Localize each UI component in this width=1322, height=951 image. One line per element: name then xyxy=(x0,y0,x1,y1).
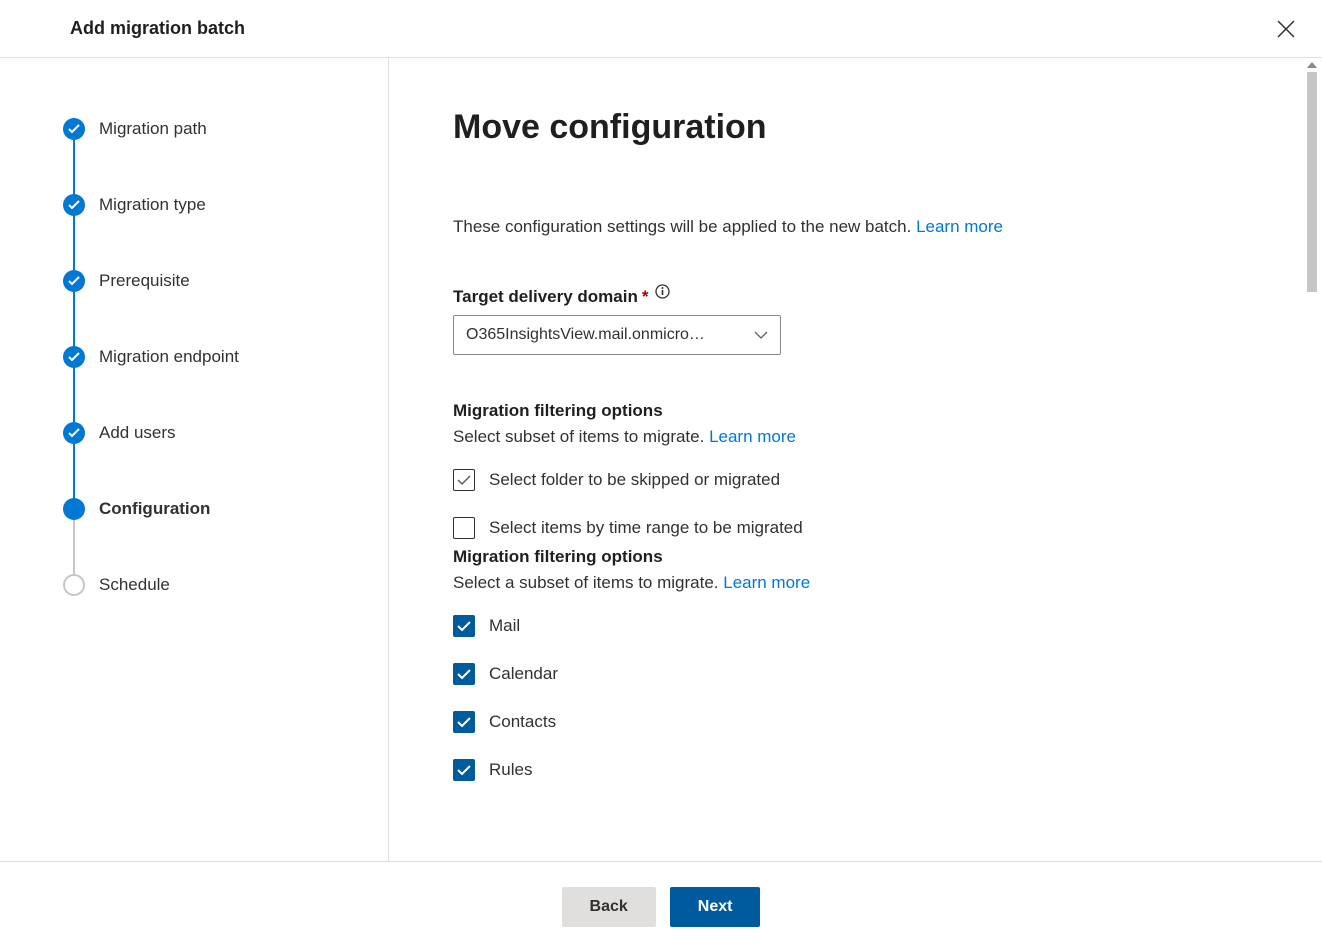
wizard-stepper-sidebar: Migration path Migration type Prerequisi… xyxy=(0,58,389,861)
learn-more-link[interactable]: Learn more xyxy=(709,427,796,446)
step-migration-endpoint[interactable]: Migration endpoint xyxy=(63,346,388,422)
target-domain-label: Target delivery domain * xyxy=(453,287,1258,307)
checkbox-icon[interactable] xyxy=(453,759,475,781)
checkbox-rules[interactable]: Rules xyxy=(453,759,1258,781)
step-label: Add users xyxy=(99,422,176,444)
scrollbar-thumb[interactable] xyxy=(1307,72,1317,292)
step-add-users[interactable]: Add users xyxy=(63,422,388,498)
checkbox-icon[interactable] xyxy=(453,517,475,539)
checkbox-label: Mail xyxy=(489,616,520,636)
main-panel: Move configuration These configuration s… xyxy=(389,58,1322,861)
checkbox-mail[interactable]: Mail xyxy=(453,615,1258,637)
step-migration-path[interactable]: Migration path xyxy=(63,118,388,194)
filter-desc-text: Select subset of items to migrate. xyxy=(453,427,709,446)
step-completed-icon xyxy=(63,270,85,292)
dropdown-value: O365InsightsView.mail.onmicro… xyxy=(466,326,705,344)
wizard-stepper: Migration path Migration type Prerequisi… xyxy=(63,118,388,596)
checkbox-calendar[interactable]: Calendar xyxy=(453,663,1258,685)
step-migration-type[interactable]: Migration type xyxy=(63,194,388,270)
checkbox-label: Rules xyxy=(489,760,532,780)
checkbox-icon[interactable] xyxy=(453,711,475,733)
step-label: Schedule xyxy=(99,574,170,596)
checkbox-label: Calendar xyxy=(489,664,558,684)
checkbox-label: Select folder to be skipped or migrated xyxy=(489,470,780,490)
wizard-footer: Back Next xyxy=(0,861,1322,951)
checkbox-contacts[interactable]: Contacts xyxy=(453,711,1258,733)
filter-desc-text-2: Select a subset of items to migrate. xyxy=(453,573,723,592)
checkbox-icon[interactable] xyxy=(453,469,475,491)
checkbox-folder-skip[interactable]: Select folder to be skipped or migrated xyxy=(453,469,1258,491)
intro-text-body: These configuration settings will be app… xyxy=(453,217,916,236)
field-label-text: Target delivery domain xyxy=(453,287,638,307)
learn-more-link[interactable]: Learn more xyxy=(916,217,1003,236)
target-domain-dropdown[interactable]: O365InsightsView.mail.onmicro… xyxy=(453,315,781,355)
step-prerequisite[interactable]: Prerequisite xyxy=(63,270,388,346)
step-label: Migration type xyxy=(99,194,206,216)
page-heading: Move configuration xyxy=(453,108,1258,147)
dialog-title: Add migration batch xyxy=(70,18,245,39)
dialog-header: Add migration batch xyxy=(0,0,1322,58)
filter-section-title: Migration filtering options xyxy=(453,401,1258,421)
required-asterisk: * xyxy=(642,287,649,307)
scrollbar-arrow-up-icon[interactable] xyxy=(1307,62,1317,68)
close-icon xyxy=(1277,20,1295,38)
learn-more-link[interactable]: Learn more xyxy=(723,573,810,592)
back-button[interactable]: Back xyxy=(562,887,656,927)
close-button[interactable] xyxy=(1274,17,1298,41)
intro-text: These configuration settings will be app… xyxy=(453,217,1258,237)
step-current-icon xyxy=(63,498,85,520)
step-label: Migration path xyxy=(99,118,207,140)
step-schedule[interactable]: Schedule xyxy=(63,574,388,596)
step-completed-icon xyxy=(63,346,85,368)
checkbox-time-range[interactable]: Select items by time range to be migrate… xyxy=(453,517,1258,539)
checkbox-label: Select items by time range to be migrate… xyxy=(489,518,803,538)
step-label: Prerequisite xyxy=(99,270,190,292)
filter-section-title-2: Migration filtering options xyxy=(453,547,1258,567)
chevron-down-icon xyxy=(754,331,768,339)
next-button[interactable]: Next xyxy=(670,887,761,927)
checkbox-icon[interactable] xyxy=(453,615,475,637)
step-label: Migration endpoint xyxy=(99,346,239,368)
filter-section-desc-2: Select a subset of items to migrate. Lea… xyxy=(453,573,1258,593)
scrollbar[interactable] xyxy=(1304,58,1320,861)
checkbox-icon[interactable] xyxy=(453,663,475,685)
step-completed-icon xyxy=(63,422,85,444)
step-label: Configuration xyxy=(99,498,210,520)
checkbox-label: Contacts xyxy=(489,712,556,732)
step-completed-icon xyxy=(63,118,85,140)
info-icon[interactable] xyxy=(654,283,670,299)
filter-section-desc: Select subset of items to migrate. Learn… xyxy=(453,427,1258,447)
step-upcoming-icon xyxy=(63,574,85,596)
step-configuration[interactable]: Configuration xyxy=(63,498,388,574)
step-completed-icon xyxy=(63,194,85,216)
